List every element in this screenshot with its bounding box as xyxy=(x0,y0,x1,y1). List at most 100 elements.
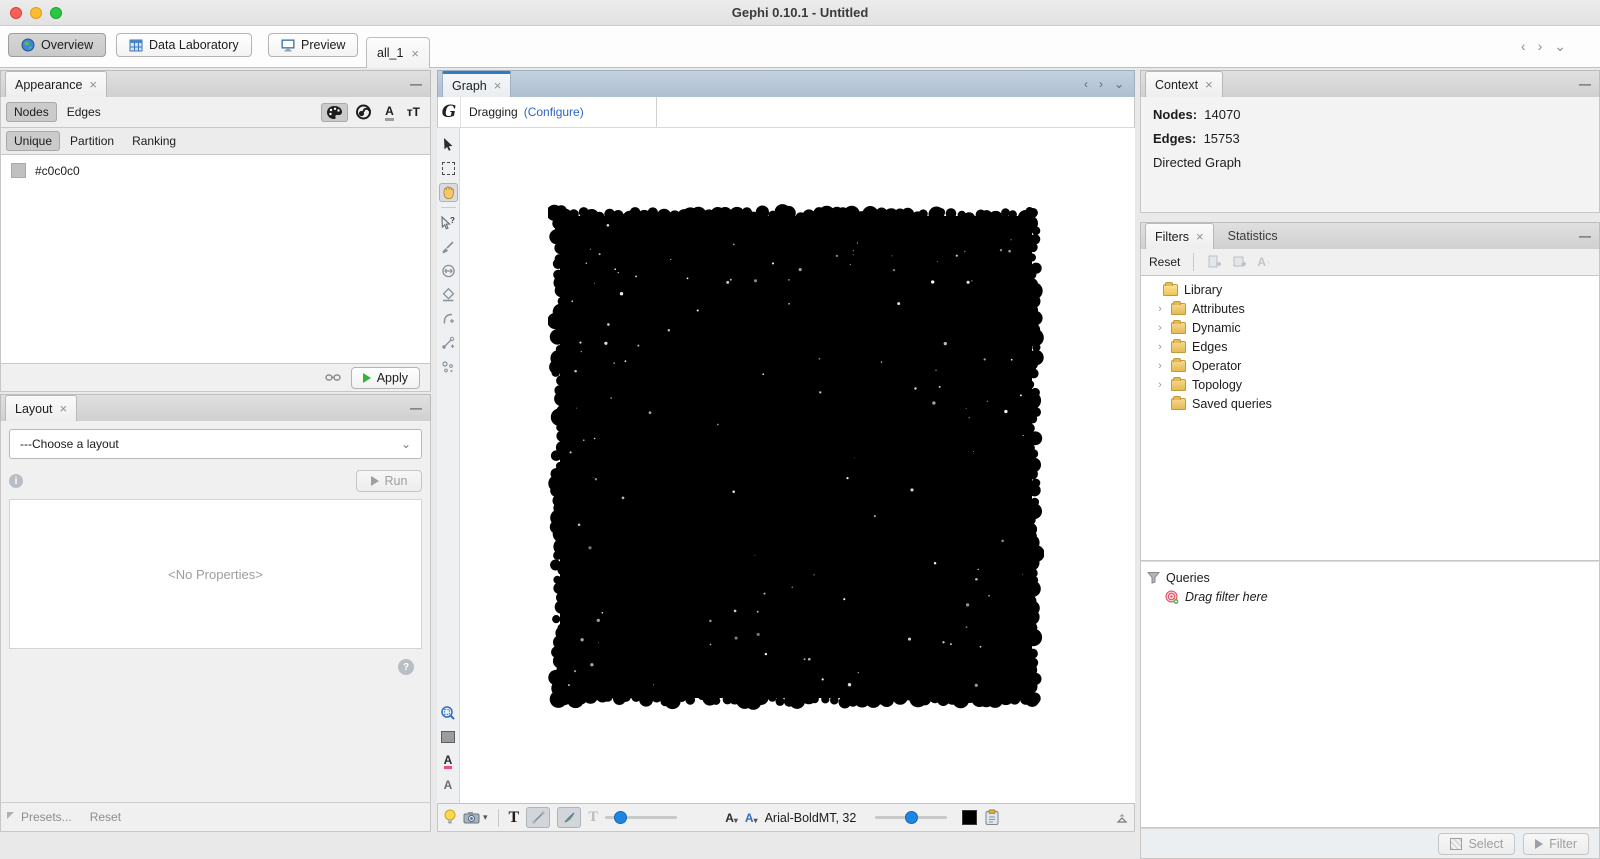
scroll-left-icon[interactable]: ‹ xyxy=(1521,38,1526,55)
layout-tab[interactable]: Layout × xyxy=(5,395,77,421)
heatmap-tool[interactable] xyxy=(439,286,458,305)
workspace-tab-close-icon[interactable]: × xyxy=(411,46,419,61)
graph-dropdown-icon[interactable]: ⌄ xyxy=(1114,77,1124,91)
drag-filter-drop-target[interactable]: Drag filter here xyxy=(1141,587,1599,606)
graph-canvas[interactable] xyxy=(460,128,1135,803)
layout-reset-button[interactable]: Reset xyxy=(90,810,121,824)
apply-button[interactable]: Apply xyxy=(351,367,420,389)
label-size-button[interactable]: тT xyxy=(402,103,425,121)
export-column-icon[interactable] xyxy=(1207,255,1222,269)
label-scale-slider[interactable] xyxy=(875,816,947,819)
label-size-strip-button[interactable]: A xyxy=(439,776,458,795)
context-close-icon[interactable]: × xyxy=(1205,77,1213,92)
topology-expand-icon[interactable]: › xyxy=(1155,379,1165,391)
queries-root[interactable]: Queries xyxy=(1141,568,1599,587)
attributes-clipboard-icon[interactable] xyxy=(984,809,1000,826)
label-scale-knob[interactable] xyxy=(905,811,918,824)
context-tab[interactable]: Context × xyxy=(1145,71,1223,97)
filters-tab[interactable]: Filters × xyxy=(1145,223,1214,249)
dynamic-expand-icon[interactable]: › xyxy=(1155,322,1165,334)
workspace-tab-all-1[interactable]: all_1 × xyxy=(366,37,430,68)
layout-close-icon[interactable]: × xyxy=(60,401,68,416)
filters-close-icon[interactable]: × xyxy=(1196,229,1204,244)
tree-item-operator[interactable]: › Operator xyxy=(1141,356,1599,375)
preview-button[interactable]: Preview xyxy=(268,33,358,57)
label-color-button[interactable]: A xyxy=(379,102,400,123)
layout-info-icon[interactable]: i xyxy=(9,474,23,488)
show-edges-button[interactable] xyxy=(526,807,550,828)
background-color-tool[interactable] xyxy=(439,728,458,747)
appearance-close-icon[interactable]: × xyxy=(89,77,97,92)
edge-weight-knob[interactable] xyxy=(614,811,627,824)
node-color-swatch[interactable] xyxy=(11,163,26,178)
ranking-tab[interactable]: Ranking xyxy=(124,131,184,151)
screenshot-button[interactable]: ▾ xyxy=(463,811,488,824)
attributes-expand-icon[interactable]: › xyxy=(1155,303,1165,315)
tree-item-edges[interactable]: › Edges xyxy=(1141,337,1599,356)
data-laboratory-button[interactable]: Data Laboratory xyxy=(116,33,252,57)
scroll-right-icon[interactable]: › xyxy=(1538,38,1543,55)
direct-selection-tool[interactable] xyxy=(439,135,458,154)
shortest-path-tool[interactable] xyxy=(439,310,458,329)
graph-tab[interactable]: Graph × xyxy=(442,71,511,97)
show-node-labels-button[interactable]: T xyxy=(509,809,520,827)
color-palette-button[interactable] xyxy=(321,103,348,122)
layout-chooser-select[interactable]: ---Choose a layout ⌄ xyxy=(9,429,422,459)
node-mass[interactable] xyxy=(548,204,1044,710)
tree-item-topology[interactable]: › Topology xyxy=(1141,375,1599,394)
resize-grip-icon[interactable] xyxy=(7,812,14,819)
tree-item-attributes[interactable]: › Attributes xyxy=(1141,299,1599,318)
filters-reset-button[interactable]: Reset xyxy=(1149,255,1180,269)
graph-prev-icon[interactable]: ‹ xyxy=(1084,77,1088,91)
node-pencil-tool[interactable] xyxy=(439,358,458,377)
export-table-icon[interactable] xyxy=(1232,255,1247,269)
expand-toolbar-icon[interactable] xyxy=(1116,813,1128,823)
tab-list-dropdown-icon[interactable]: ⌄ xyxy=(1554,38,1566,55)
edge-labels-button-disabled[interactable]: T xyxy=(588,809,598,826)
appearance-minimize-icon[interactable]: — xyxy=(410,77,422,91)
configure-link[interactable]: (Configure) xyxy=(524,105,584,119)
edges-toggle[interactable]: Edges xyxy=(59,102,109,122)
reset-zoom-tool[interactable] xyxy=(439,704,458,723)
overview-button[interactable]: Overview xyxy=(8,33,106,57)
autoapply-icon[interactable]: A◦ xyxy=(1257,255,1270,269)
dragging-tool[interactable] xyxy=(439,183,458,202)
font-value[interactable]: Arial-BoldMT, 32 xyxy=(765,811,857,825)
font-color-swatch[interactable] xyxy=(962,810,977,825)
painter-tool[interactable] xyxy=(439,238,458,257)
select-button[interactable]: Select xyxy=(1438,833,1515,855)
edit-tool[interactable]: ? xyxy=(439,214,458,233)
font-decrease-button[interactable]: A▾ xyxy=(725,811,738,825)
context-minimize-icon[interactable]: — xyxy=(1579,77,1591,91)
label-color-strip-button[interactable]: A xyxy=(439,752,458,771)
lightbulb-icon[interactable] xyxy=(444,809,456,826)
main-toolbar: Overview Data Laboratory Preview all_1 ×… xyxy=(0,26,1600,68)
presets-button[interactable]: Presets... xyxy=(21,810,72,824)
font-increase-button[interactable]: A▾ xyxy=(745,811,758,825)
tree-item-dynamic[interactable]: › Dynamic xyxy=(1141,318,1599,337)
rectangle-selection-tool[interactable] xyxy=(439,159,458,178)
link-chain-icon[interactable] xyxy=(325,373,341,382)
unique-tab[interactable]: Unique xyxy=(6,131,60,151)
edge-color-mode-button[interactable] xyxy=(557,807,581,828)
edge-weight-slider[interactable] xyxy=(605,816,677,819)
statistics-tab[interactable]: Statistics xyxy=(1214,223,1292,249)
layout-minimize-icon[interactable]: — xyxy=(410,401,422,415)
size-button[interactable] xyxy=(350,102,377,122)
filter-button[interactable]: Filter xyxy=(1523,833,1589,855)
operator-expand-icon[interactable]: › xyxy=(1155,360,1165,372)
graph-next-icon[interactable]: › xyxy=(1099,77,1103,91)
partition-tab[interactable]: Partition xyxy=(62,131,122,151)
layout-footer: Presets... Reset xyxy=(1,802,430,831)
tree-item-saved-queries[interactable]: Saved queries xyxy=(1141,394,1599,413)
nodes-toggle[interactable]: Nodes xyxy=(6,102,57,122)
graph-close-icon[interactable]: × xyxy=(494,78,502,93)
edge-pencil-tool[interactable] xyxy=(439,334,458,353)
sizer-tool[interactable] xyxy=(439,262,458,281)
appearance-tab[interactable]: Appearance × xyxy=(5,71,107,97)
filters-minimize-icon[interactable]: — xyxy=(1579,229,1591,243)
layout-help-icon[interactable]: ? xyxy=(398,659,414,675)
run-button[interactable]: Run xyxy=(356,470,422,492)
tree-item-library[interactable]: Library xyxy=(1141,280,1599,299)
edges-expand-icon[interactable]: › xyxy=(1155,341,1165,353)
